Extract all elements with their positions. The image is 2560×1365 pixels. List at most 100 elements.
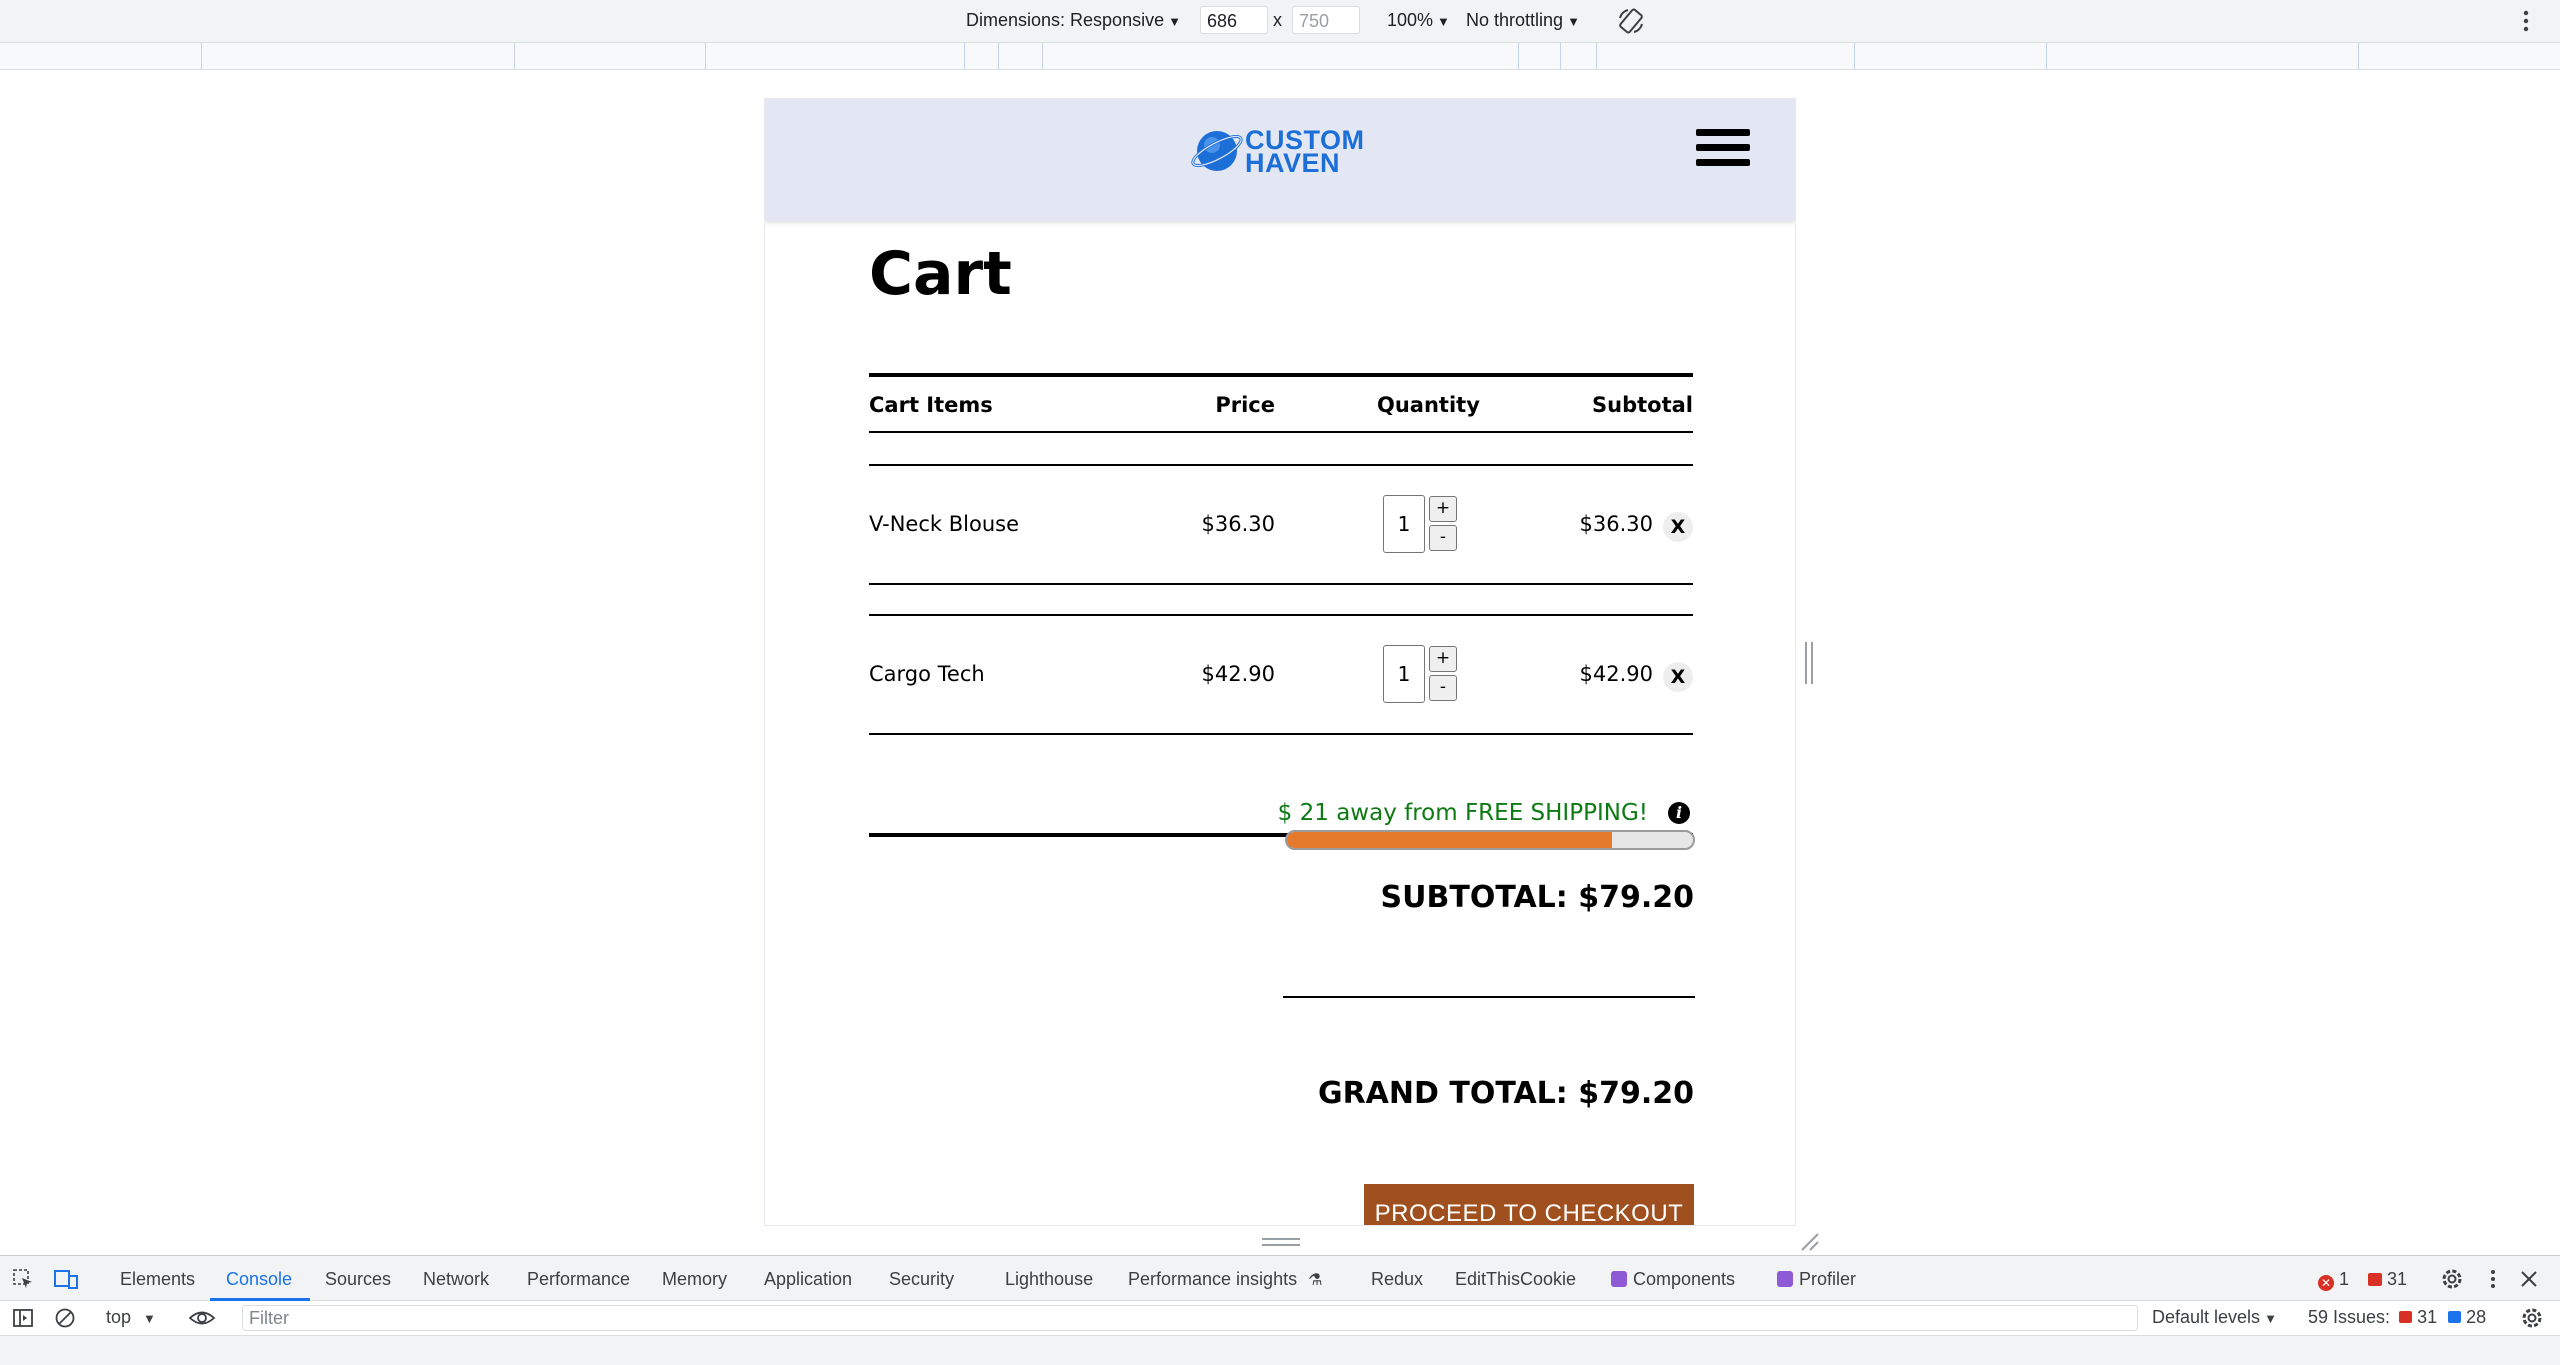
issues-counter[interactable]: 59 Issues: 31 28 <box>2308 1307 2486 1328</box>
table-row: V-Neck Blouse $36.30 1 + - $36.30 X <box>869 464 1693 585</box>
viewport-resize-handle-bottom[interactable] <box>1262 1238 1300 1246</box>
eye-icon[interactable] <box>188 1308 216 1328</box>
totals-divider <box>1283 996 1695 998</box>
grand-total: GRAND TOTAL: $79.20 <box>1317 1076 1694 1111</box>
tab-sources[interactable]: Sources <box>325 1269 391 1290</box>
proceed-to-checkout-button[interactable]: PROCEED TO CHECKOUT <box>1364 1184 1694 1225</box>
console-filter-input[interactable]: Filter <box>242 1305 2138 1331</box>
tab-profiler[interactable]: Profiler <box>1777 1269 1856 1290</box>
tab-performance-insights[interactable]: Performance insights ⚗ <box>1128 1269 1322 1290</box>
tab-components[interactable]: Components <box>1611 1269 1735 1290</box>
tab-security[interactable]: Security <box>889 1269 954 1290</box>
page-title: Cart <box>869 239 1012 309</box>
tab-redux[interactable]: Redux <box>1371 1269 1423 1290</box>
height-input[interactable]: 750 <box>1292 6 1360 34</box>
decrease-quantity-button[interactable]: - <box>1429 675 1457 701</box>
logo-text: CUSTOM HAVEN <box>1245 127 1365 177</box>
tab-application[interactable]: Application <box>764 1269 852 1290</box>
tab-network[interactable]: Network <box>423 1269 489 1290</box>
decrease-quantity-button[interactable]: - <box>1429 525 1457 551</box>
throttling-dropdown[interactable]: No throttling ▼ <box>1466 10 1580 31</box>
viewport-resize-corner-icon[interactable] <box>1798 1230 1820 1252</box>
tab-components-label: Components <box>1633 1269 1736 1289</box>
tab-editthiscookie[interactable]: EditThisCookie <box>1455 1269 1576 1290</box>
device-toolbar: Dimensions: Responsive ▼ 686 x 750 100% ▼ … <box>0 0 2560 43</box>
clear-console-icon[interactable] <box>54 1307 76 1329</box>
message-icon <box>2448 1311 2462 1323</box>
free-shipping-progress-bar <box>1285 830 1695 850</box>
tab-lighthouse[interactable]: Lighthouse <box>1005 1269 1093 1290</box>
progress-fill <box>1287 832 1612 848</box>
more-vert-icon[interactable] <box>2520 8 2532 34</box>
tab-elements[interactable]: Elements <box>120 1269 195 1290</box>
device-toggle-icon[interactable] <box>54 1268 78 1290</box>
times-sign: x <box>1273 10 1282 30</box>
table-row: Cargo Tech $42.90 1 + - $42.90 X <box>869 614 1693 735</box>
info-icon[interactable]: i <box>1668 802 1690 824</box>
caret-down-icon: ▼ <box>2264 1311 2277 1326</box>
header-quantity: Quantity <box>1377 393 1480 417</box>
zoom-label: 100% <box>1387 10 1434 30</box>
context-label: top <box>106 1307 132 1327</box>
item-price: $42.90 <box>1201 662 1275 686</box>
increase-quantity-button[interactable]: + <box>1429 646 1457 672</box>
inspect-icon[interactable] <box>12 1268 34 1290</box>
flask-icon: ⚗ <box>1308 1272 1323 1289</box>
warning-counter[interactable]: 31 <box>2368 1269 2407 1290</box>
react-icon <box>1777 1271 1793 1287</box>
viewport-resize-handle-right[interactable] <box>1805 642 1813 684</box>
log-levels-dropdown[interactable]: Default levels ▼ <box>2152 1307 2277 1328</box>
hamburger-menu-icon[interactable] <box>1696 129 1752 171</box>
tab-performance-insights-label: Performance insights <box>1128 1269 1298 1289</box>
settings-icon[interactable] <box>2520 1306 2544 1330</box>
log-levels-label: Default levels <box>2152 1307 2261 1327</box>
increase-quantity-button[interactable]: + <box>1429 496 1457 522</box>
planet-logo-icon <box>1191 131 1243 171</box>
item-subtotal: $42.90 <box>1579 662 1653 686</box>
console-output-area <box>0 1336 2560 1365</box>
settings-icon[interactable] <box>2440 1267 2464 1291</box>
dimensions-label: Dimensions: Responsive <box>966 10 1165 30</box>
close-icon[interactable] <box>2520 1270 2538 1288</box>
header-cart-items: Cart Items <box>869 393 993 417</box>
free-shipping-message: $ 21 away from FREE SHIPPING! <box>1277 800 1648 826</box>
cart-subtotal: SUBTOTAL: $79.20 <box>1380 880 1694 915</box>
context-selector[interactable]: top ▼ <box>106 1307 156 1328</box>
remove-item-button[interactable]: X <box>1663 512 1693 542</box>
table-header: Cart Items Price Quantity Subtotal <box>869 373 1693 433</box>
more-vert-icon[interactable] <box>2488 1267 2498 1291</box>
header-subtotal: Subtotal <box>1592 393 1693 417</box>
caret-down-icon: ▼ <box>1567 14 1580 29</box>
issues-info-count: 28 <box>2466 1307 2487 1327</box>
remove-item-button[interactable]: X <box>1663 662 1693 692</box>
quantity-input[interactable]: 1 <box>1383 495 1425 553</box>
caret-down-icon: ▼ <box>1168 14 1181 29</box>
react-icon <box>1611 1271 1627 1287</box>
width-input[interactable]: 686 <box>1200 6 1268 34</box>
tab-memory[interactable]: Memory <box>662 1269 727 1290</box>
caret-down-icon: ▼ <box>143 1311 156 1326</box>
tab-performance[interactable]: Performance <box>527 1269 630 1290</box>
checkout-button-clip: PROCEED TO CHECKOUT <box>1364 1184 1694 1225</box>
issues-warning-count: 31 <box>2417 1307 2438 1327</box>
item-name[interactable]: Cargo Tech <box>869 662 985 686</box>
item-subtotal: $36.30 <box>1579 512 1653 536</box>
header-price: Price <box>1215 393 1275 417</box>
error-icon: ✕ <box>2318 1275 2334 1291</box>
caret-down-icon: ▼ <box>1437 14 1450 29</box>
zoom-dropdown[interactable]: 100% ▼ <box>1387 10 1450 31</box>
error-counter[interactable]: ✕ 1 <box>2318 1269 2349 1291</box>
sidebar-icon[interactable] <box>12 1307 34 1329</box>
item-name[interactable]: V-Neck Blouse <box>869 512 1019 536</box>
quantity-input[interactable]: 1 <box>1383 645 1425 703</box>
rotate-icon[interactable] <box>1616 6 1646 36</box>
emulated-viewport: CUSTOM HAVEN Cart Cart Items Price Quant… <box>765 99 1795 1225</box>
devtools-tab-bar: Elements Console Sources Network Perform… <box>0 1255 2560 1301</box>
dimensions-dropdown[interactable]: Dimensions: Responsive ▼ <box>966 10 1181 31</box>
site-logo[interactable]: CUSTOM HAVEN <box>1191 125 1371 177</box>
throttling-label: No throttling <box>1466 10 1564 30</box>
tab-console[interactable]: Console <box>226 1269 292 1290</box>
console-toolbar: top ▼ Filter Default levels ▼ 59 Issues: 3… <box>0 1301 2560 1336</box>
site-header: CUSTOM HAVEN <box>765 99 1795 221</box>
tab-profiler-label: Profiler <box>1799 1269 1857 1289</box>
